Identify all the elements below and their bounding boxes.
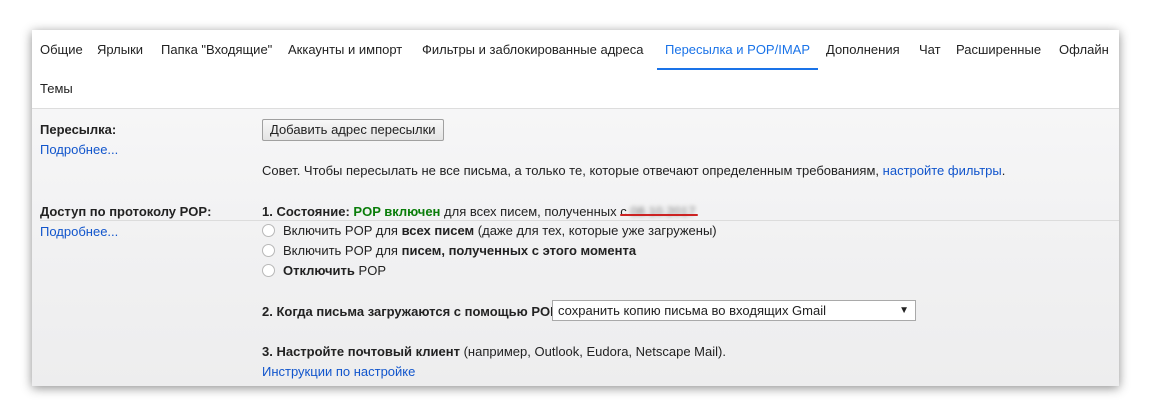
settings-tab-bar: Общие Ярлыки Папка "Входящие" Аккаунты и…: [32, 30, 1119, 109]
pop-option-all-post: (даже для тех, которые уже загружены): [477, 223, 717, 238]
configure-filters-link[interactable]: настройте фильтры: [883, 163, 1002, 178]
tab-general[interactable]: Общие: [32, 30, 91, 70]
forwarding-tip-end: .: [1001, 163, 1006, 178]
pop-option-now-pre: Включить POP для: [283, 243, 398, 258]
pop-option-disable-bold: Отключить: [283, 263, 355, 278]
radio-button-icon[interactable]: [262, 264, 275, 277]
pop-status: 1. Состояние: POP включен для всех писем…: [262, 204, 695, 219]
pop-section-title: Доступ по протоколу POP:: [40, 204, 212, 219]
pop-action-select-value: сохранить копию письма во входящих Gmail: [558, 303, 826, 318]
forwarding-tip-text: Совет. Чтобы пересылать не все письма, а…: [262, 163, 880, 178]
pop-status-state: POP включен: [353, 204, 441, 219]
forwarding-more-link[interactable]: Подробнее...: [40, 142, 118, 157]
pop-option-all-mail[interactable]: Включить POP для всех писем (даже для те…: [262, 221, 717, 241]
forwarding-section-title: Пересылка:: [40, 122, 117, 137]
tab-filters[interactable]: Фильтры и заблокированные адреса: [414, 30, 651, 70]
red-underline-annotation: [620, 214, 698, 216]
setup-instructions-link[interactable]: Инструкции по настройке: [262, 364, 415, 379]
pop-client-label: 3. Настройте почтовый клиент: [262, 344, 460, 359]
add-forwarding-address-button[interactable]: Добавить адрес пересылки: [262, 119, 444, 141]
tab-advanced[interactable]: Расширенные: [948, 30, 1049, 70]
pop-option-disable[interactable]: Отключить POP: [262, 261, 386, 281]
tab-addons[interactable]: Дополнения: [818, 30, 908, 70]
tab-offline[interactable]: Офлайн: [1051, 30, 1117, 70]
pop-option-disable-post: POP: [358, 263, 386, 278]
radio-button-icon[interactable]: [262, 224, 275, 237]
tab-forwarding-pop-imap[interactable]: Пересылка и POP/IMAP: [657, 30, 818, 70]
settings-window: Общие Ярлыки Папка "Входящие" Аккаунты и…: [32, 30, 1119, 386]
radio-button-icon[interactable]: [262, 244, 275, 257]
pop-status-suffix: для всех писем, полученных с: [444, 204, 627, 219]
pop-option-from-now[interactable]: Включить POP для писем, полученных с это…: [262, 241, 636, 261]
pop-option-all-pre: Включить POP для: [283, 223, 398, 238]
pop-when-label: 2. Когда письма загружаются с помощью PO…: [262, 304, 559, 319]
tab-chat[interactable]: Чат: [911, 30, 949, 70]
settings-content: Пересылка: Подробнее... Добавить адрес п…: [32, 109, 1119, 386]
pop-more-link[interactable]: Подробнее...: [40, 224, 118, 239]
pop-status-date: 08.10.2017: [630, 204, 696, 219]
pop-action-select[interactable]: сохранить копию письма во входящих Gmail…: [552, 300, 916, 321]
pop-option-now-bold: писем, полученных с этого момента: [401, 243, 637, 258]
dropdown-arrow-icon[interactable]: ▼: [899, 301, 909, 320]
pop-option-all-bold: всех писем: [401, 223, 475, 238]
tab-accounts-import[interactable]: Аккаунты и импорт: [280, 30, 410, 70]
tab-labels[interactable]: Ярлыки: [89, 30, 151, 70]
tab-inbox[interactable]: Папка "Входящие": [153, 30, 280, 70]
forwarding-tip: Совет. Чтобы пересылать не все письма, а…: [262, 163, 1005, 178]
pop-client-hint: (например, Outlook, Eudora, Netscape Mai…: [463, 344, 726, 359]
pop-status-prefix: 1. Состояние:: [262, 204, 350, 219]
tab-themes[interactable]: Темы: [32, 69, 81, 109]
pop-client-setup: 3. Настройте почтовый клиент (например, …: [262, 344, 726, 359]
